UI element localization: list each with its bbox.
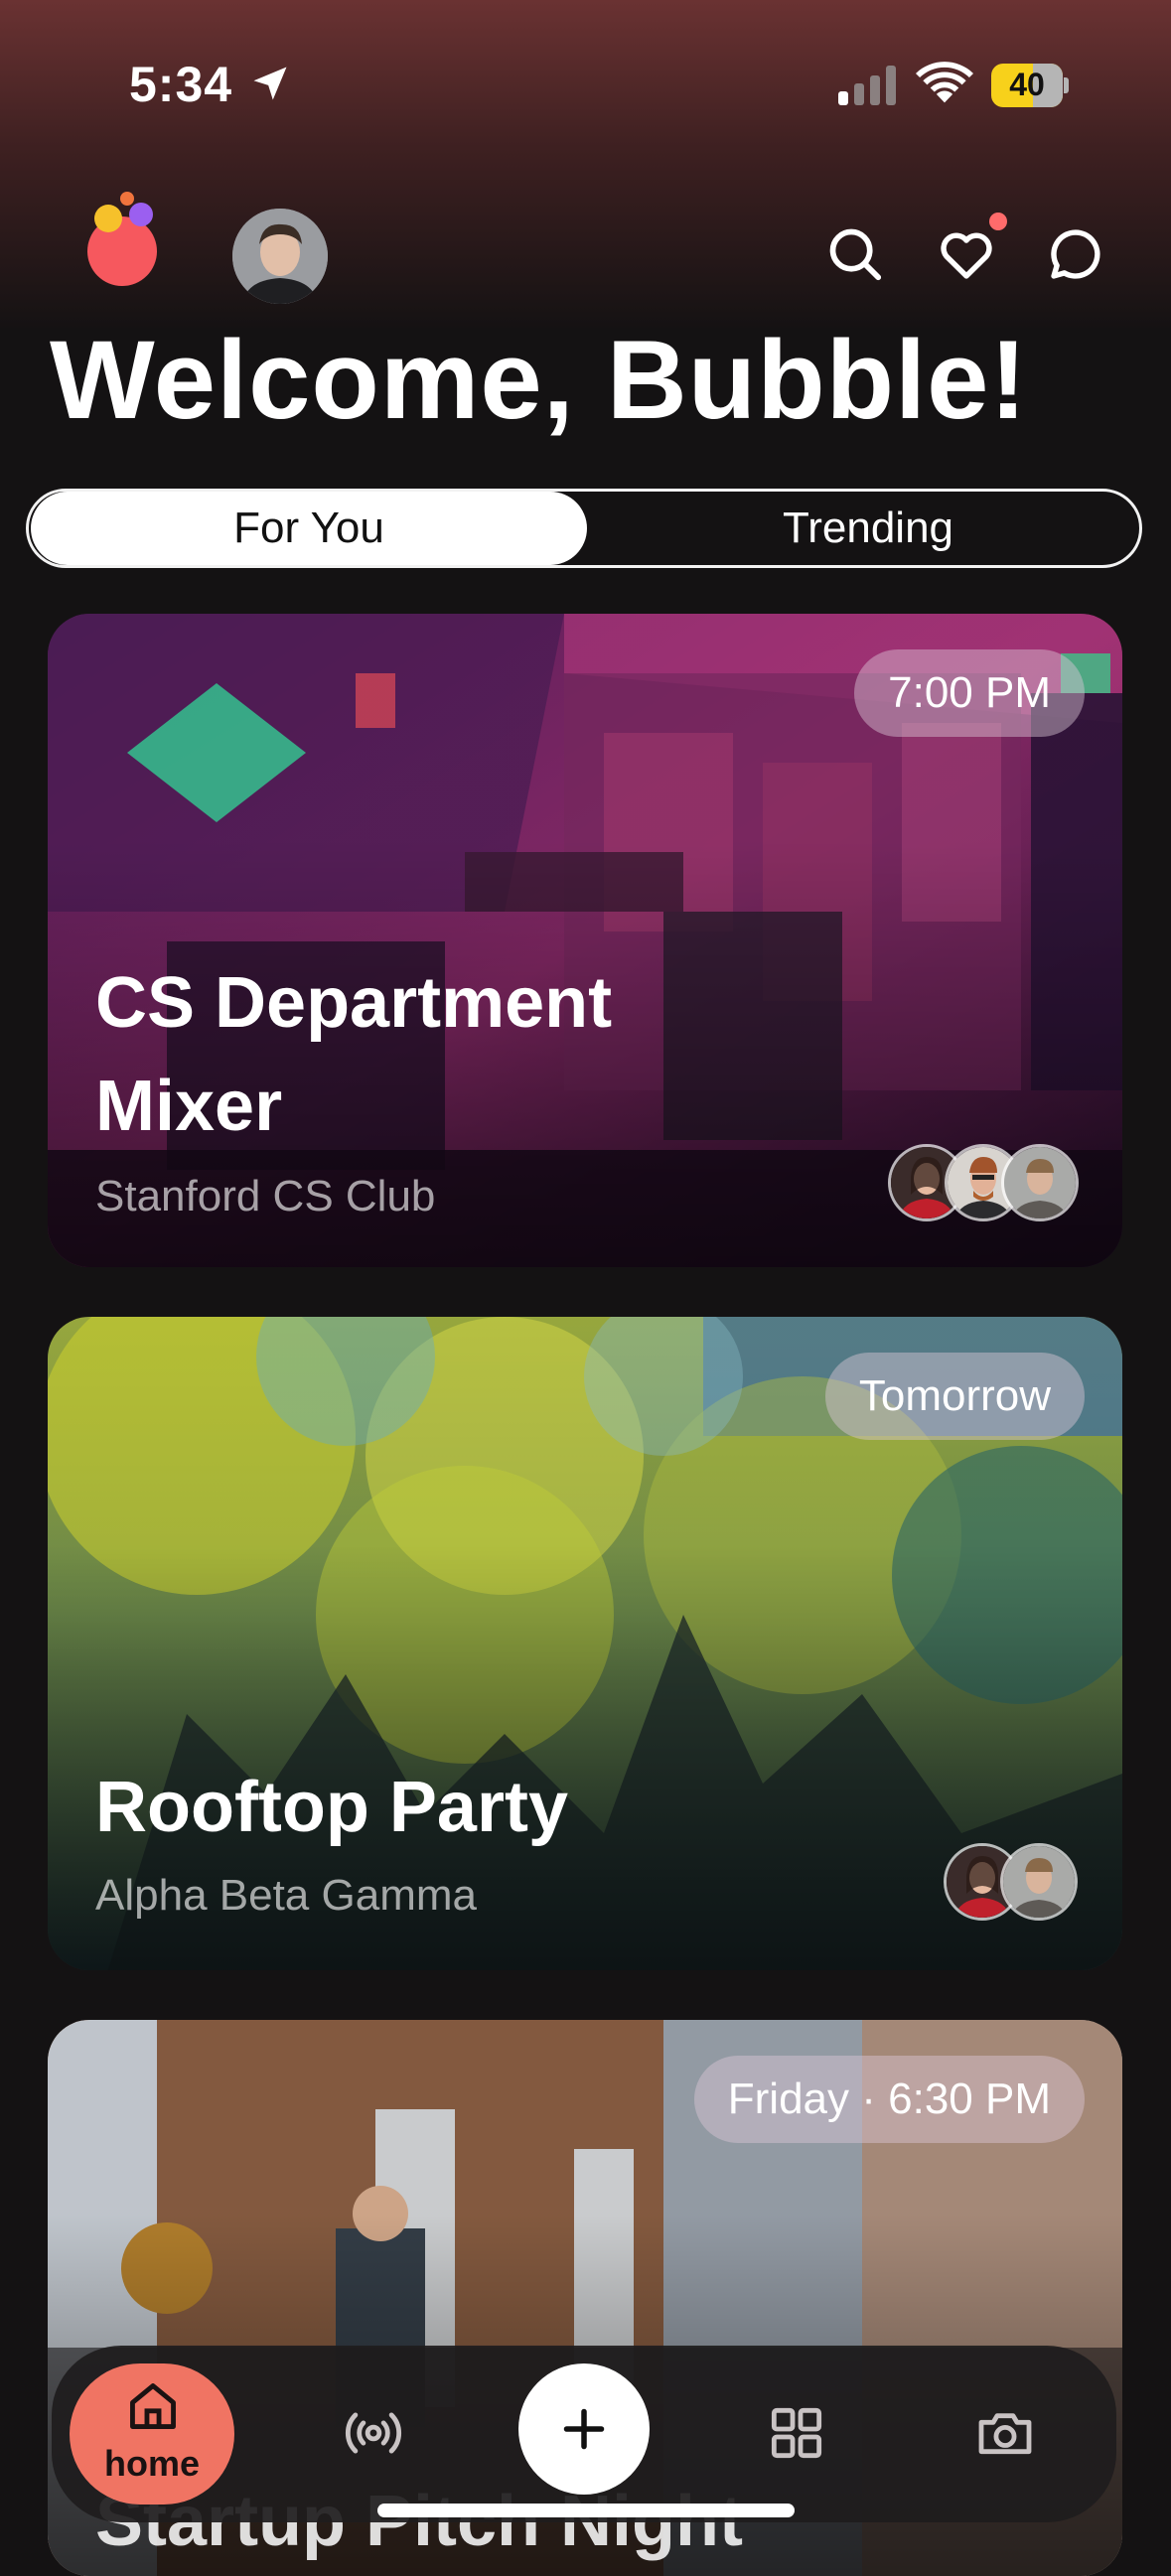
nav-home-label: home	[103, 2443, 200, 2484]
event-title: Rooftop Party	[95, 1768, 568, 1847]
event-time-badge: Friday · 6:30 PM	[693, 2056, 1085, 2143]
home-icon	[130, 2383, 176, 2429]
wifi-icon	[916, 62, 973, 103]
feed-tabs: For You Trending	[26, 489, 1142, 568]
search-icon[interactable]	[824, 223, 886, 285]
signal-icon	[838, 66, 896, 105]
location-arrow-icon	[253, 67, 287, 100]
event-time-badge: Tomorrow	[824, 1353, 1085, 1440]
notification-dot	[989, 213, 1007, 230]
event-host: Alpha Beta Gamma	[95, 1871, 477, 1920]
attendee-avatars	[888, 1144, 1079, 1221]
attendee-avatars	[944, 1843, 1078, 1921]
event-card[interactable]: 7:00 PM CS Department Mixer Stanford CS …	[48, 614, 1122, 1267]
tab-for-you[interactable]: For You	[31, 492, 587, 565]
profile-avatar[interactable]	[232, 209, 328, 304]
add-event-button[interactable]	[518, 2363, 650, 2495]
chat-icon[interactable]	[1045, 223, 1106, 285]
home-indicator	[377, 2504, 795, 2517]
event-time-badge: 7:00 PM	[854, 649, 1085, 737]
event-host: Stanford CS Club	[95, 1172, 436, 1220]
nav-home-button[interactable]: home	[70, 2363, 234, 2504]
attendee-avatar	[1001, 1144, 1079, 1221]
event-title: CS Department Mixer	[95, 963, 613, 1146]
bubble-logo-icon[interactable]	[83, 189, 173, 298]
attendee-avatar	[1000, 1843, 1078, 1921]
add-icon	[563, 2408, 605, 2450]
battery-indicator: 40	[991, 64, 1069, 107]
status-time: 5:34	[129, 57, 233, 112]
tab-trending[interactable]: Trending	[605, 492, 1131, 565]
battery-level: 40	[1009, 67, 1045, 102]
bottom-nav: home	[52, 2346, 1116, 2522]
camera-icon[interactable]	[973, 2401, 1037, 2465]
heart-icon[interactable]	[936, 223, 997, 285]
event-card[interactable]: Tomorrow Rooftop Party Alpha Beta Gamma	[48, 1317, 1122, 1970]
grid-icon[interactable]	[765, 2401, 828, 2465]
broadcast-icon[interactable]	[342, 2401, 405, 2465]
page-title: Welcome, Bubble!	[50, 318, 1028, 442]
